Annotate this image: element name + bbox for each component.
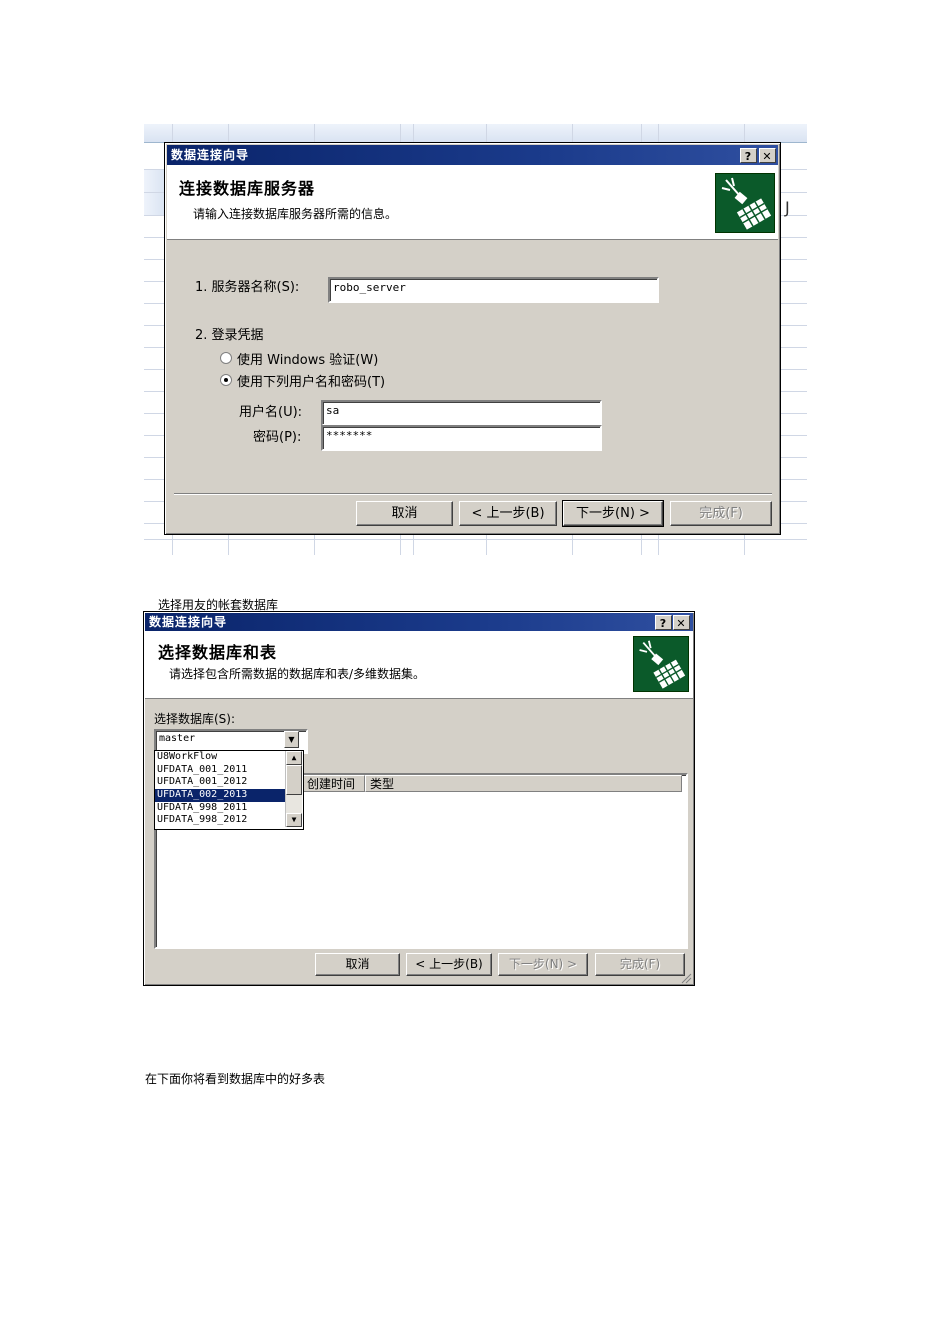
server-name-input[interactable]: robo_server [328,277,659,303]
dialog-title-bar: 数据连接向导 ? ✕ [145,613,693,631]
wizard-header: 选择数据库和表 请选择包含所需数据的数据库和表/多维数据集。 [145,631,693,699]
scroll-thumb[interactable] [286,765,302,795]
finish-button: 完成(F) [595,953,685,976]
header-title: 选择数据库和表 [158,643,278,662]
dialog-title: 数据连接向导 [171,148,250,162]
data-connection-wizard-icon [633,636,689,692]
column-header-type[interactable]: 类型 [365,775,682,792]
caption-many-tables: 在下面你将看到数据库中的好多表 [145,1072,326,1086]
connect-server-dialog: 数据连接向导 ? ✕ 连接数据库服务器 请输入连接数据库服务器所需的信息。 1.… [164,142,781,535]
user-password-radio[interactable] [220,374,232,386]
cancel-button[interactable]: 取消 [315,953,400,976]
database-option[interactable]: U8WorkFlow [155,751,285,764]
sheet-column-letter: J [785,198,790,217]
cancel-button[interactable]: 取消 [356,501,453,526]
user-password-label: 使用下列用户名和密码(T) [237,375,386,390]
wizard-header: 连接数据库服务器 请输入连接数据库服务器所需的信息。 [167,165,778,240]
column-header-created[interactable]: 创建时间 [302,775,365,792]
dropdown-arrow-icon[interactable]: ▼ [284,731,299,748]
close-button[interactable]: ✕ [673,615,690,630]
dialog-title: 数据连接向导 [149,615,228,629]
password-input[interactable]: ******* [321,425,602,451]
header-subtitle: 请选择包含所需数据的数据库和表/多维数据集。 [169,667,426,681]
back-button[interactable]: < 上一步(B) [406,953,492,976]
column-header-strip [144,124,807,143]
username-label: 用户名(U): [239,405,303,420]
select-database-dialog: 数据连接向导 ? ✕ 选择数据库和表 请选择包含所需数据的数据库和表/多维数据集… [143,611,695,986]
dialog-title-bar: 数据连接向导 ? ✕ [167,145,778,165]
scroll-down-arrow-icon[interactable]: ▼ [286,813,302,827]
database-option[interactable]: UFDATA_002_2013 [155,789,285,802]
close-button[interactable]: ✕ [759,148,776,163]
database-option[interactable]: UFDATA_001_2011 [155,764,285,777]
database-option[interactable]: UFDATA_998_2012 [155,814,285,827]
database-dropdown-list[interactable]: U8WorkFlow UFDATA_001_2011 UFDATA_001_2012… [154,750,304,830]
finish-button: 完成(F) [670,501,772,526]
help-button[interactable]: ? [655,615,672,630]
password-label: 密码(P): [253,430,302,445]
database-option[interactable]: UFDATA_998_2011 [155,802,285,815]
button-separator [174,493,772,495]
data-connection-wizard-icon [715,173,775,233]
resize-grip-icon[interactable] [680,972,692,984]
login-credentials-label: 2. 登录凭据 [195,328,264,343]
back-button[interactable]: < 上一步(B) [459,501,557,526]
help-button[interactable]: ? [740,148,757,163]
next-button[interactable]: 下一步(N) > [562,500,664,527]
server-name-label: 1. 服务器名称(S): [195,280,300,295]
windows-auth-radio[interactable] [220,352,232,364]
scroll-up-arrow-icon[interactable]: ▲ [286,751,302,765]
header-subtitle: 请输入连接数据库服务器所需的信息。 [193,207,398,221]
windows-auth-label: 使用 Windows 验证(W) [237,353,379,368]
database-label: 选择数据库(S): [154,712,236,726]
username-input[interactable]: sa [321,400,602,426]
header-title: 连接数据库服务器 [179,179,316,198]
dropdown-scrollbar[interactable]: ▲ ▼ [285,751,302,827]
database-option[interactable]: UFDATA_001_2012 [155,776,285,789]
next-button: 下一步(N) > [498,953,588,976]
